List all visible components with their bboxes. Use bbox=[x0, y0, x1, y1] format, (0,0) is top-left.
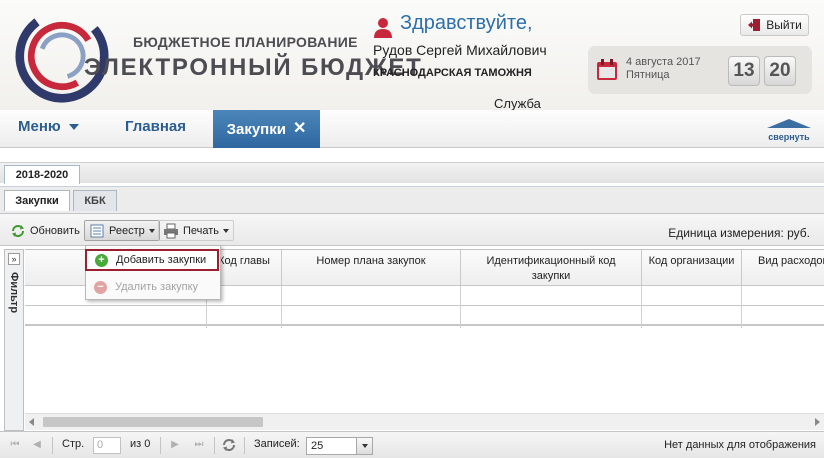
scroll-left-icon[interactable] bbox=[29, 418, 34, 426]
page-count-label: из 0 bbox=[130, 438, 151, 450]
pager-separator bbox=[214, 437, 215, 454]
records-per-page-label: Записей: bbox=[254, 438, 300, 450]
refresh-label: Обновить bbox=[30, 224, 80, 237]
filter-panel[interactable]: » Фильтр bbox=[4, 249, 24, 431]
caret-down-icon bbox=[148, 228, 155, 233]
pager-separator bbox=[244, 437, 245, 454]
menu-item-add-purchases[interactable]: + Добавить закупки bbox=[85, 249, 219, 271]
column-header-organization-code[interactable]: Код организации bbox=[642, 250, 742, 285]
brand-title-bottom: ЭЛЕКТРОННЫЙ БЮДЖЕТ bbox=[84, 54, 423, 81]
date-time-panel: 4 августа 2017 Пятница 13 20 bbox=[588, 46, 812, 94]
arrow-up-icon bbox=[767, 119, 811, 128]
add-circle-icon: + bbox=[95, 253, 108, 267]
clock-hours: 13 bbox=[728, 56, 760, 86]
no-data-message: Нет данных для отображения bbox=[664, 439, 816, 451]
column-header-identification-code[interactable]: Идентификационный код закупки bbox=[461, 250, 642, 285]
clock-minutes: 20 bbox=[764, 56, 796, 86]
nav-menu-label: Меню bbox=[18, 118, 61, 135]
logout-icon bbox=[748, 19, 761, 31]
registry-dropdown-menu: + Добавить закупки − Удалить закупку bbox=[85, 245, 221, 300]
remove-circle-icon: − bbox=[94, 280, 107, 294]
tab-period-2018-2020[interactable]: 2018-2020 bbox=[4, 165, 80, 184]
refresh-icon[interactable] bbox=[221, 437, 237, 453]
caret-down-icon bbox=[223, 228, 230, 233]
column-header-plan-number[interactable]: Номер плана закупок bbox=[282, 250, 461, 285]
table-row[interactable] bbox=[25, 306, 824, 326]
scroll-right-icon[interactable] bbox=[815, 418, 820, 426]
collapse-label: свернуть bbox=[768, 132, 810, 142]
previous-page-icon[interactable]: ◀ bbox=[30, 439, 44, 451]
grid-pager: ⏮ ◀ Стр. 0 из 0 ▶ ⏭ Записей: 25 Нет данн… bbox=[0, 431, 824, 458]
grid-toolbar: Обновить Реестр Печать Единица измерения… bbox=[0, 213, 824, 246]
registry-label: Реестр bbox=[109, 224, 145, 237]
brand-title-top: БЮДЖЕТНОЕ ПЛАНИРОВАНИЕ bbox=[133, 34, 358, 50]
pager-separator bbox=[160, 437, 161, 454]
next-page-icon[interactable]: ▶ bbox=[168, 439, 182, 451]
calendar-icon bbox=[597, 59, 617, 80]
pager-separator bbox=[52, 437, 53, 454]
refresh-button[interactable]: Обновить bbox=[6, 220, 84, 241]
last-page-icon[interactable]: ⏭ bbox=[192, 439, 206, 451]
caret-down-icon bbox=[68, 123, 79, 130]
user-name: Рудов Сергей Михайлович bbox=[373, 42, 547, 58]
refresh-icon bbox=[12, 224, 24, 237]
content-area: 2018-2020 Закупки КБК Обновить Реестр Пе… bbox=[0, 148, 824, 458]
nav-tab-purchases-label: Закупки bbox=[226, 120, 286, 138]
close-icon[interactable]: ✕ bbox=[293, 121, 306, 137]
filter-label: Фильтр bbox=[8, 272, 20, 314]
column-header-expense-type[interactable]: Вид расходов bbox=[742, 250, 824, 285]
menu-item-delete-label: Удалить закупку bbox=[115, 281, 199, 293]
current-date: 4 августа 2017 bbox=[626, 56, 701, 68]
column-divider bbox=[741, 286, 742, 328]
nav-menu-button[interactable]: Меню bbox=[18, 118, 79, 135]
column-divider bbox=[460, 286, 461, 328]
unit-of-measure-label: Единица измерения: руб. bbox=[668, 226, 810, 240]
registry-menu-button[interactable]: Реестр bbox=[84, 220, 160, 241]
scrollbar-thumb[interactable] bbox=[43, 417, 263, 427]
user-icon bbox=[374, 18, 392, 38]
menu-item-delete-purchase[interactable]: − Удалить закупку bbox=[86, 276, 220, 298]
column-divider bbox=[281, 286, 282, 328]
sub-tabbar bbox=[0, 186, 824, 213]
first-page-icon[interactable]: ⏮ bbox=[8, 439, 22, 451]
records-per-page-value: 25 bbox=[311, 440, 324, 452]
select-dropdown-button[interactable] bbox=[356, 438, 372, 454]
nav-tab-purchases[interactable]: Закупки ✕ bbox=[213, 110, 320, 148]
column-divider bbox=[641, 286, 642, 328]
print-label: Печать bbox=[183, 224, 220, 237]
app-header: БЮДЖЕТНОЕ ПЛАНИРОВАНИЕ ЭЛЕКТРОННЫЙ БЮДЖЕ… bbox=[0, 0, 824, 110]
logout-button[interactable]: Выйти bbox=[740, 14, 809, 36]
page-label: Стр. bbox=[62, 438, 85, 450]
records-per-page-select[interactable]: 25 bbox=[306, 437, 373, 455]
organization-name: КРАСНОДАРСКАЯ ТАМОЖНЯ bbox=[373, 67, 532, 79]
service-text: Служба bbox=[494, 96, 541, 110]
tab-purchases[interactable]: Закупки bbox=[4, 190, 70, 211]
collapse-header-button[interactable]: свернуть bbox=[764, 114, 814, 144]
period-tabbar bbox=[0, 162, 824, 183]
print-menu-button[interactable]: Печать bbox=[158, 220, 235, 241]
menu-item-add-label: Добавить закупки bbox=[116, 254, 207, 266]
greeting-text: Здравствуйте, bbox=[400, 12, 533, 34]
tab-kbk[interactable]: КБК bbox=[73, 190, 117, 211]
printer-icon bbox=[164, 223, 178, 238]
current-weekday: Пятница bbox=[626, 69, 670, 81]
logout-label: Выйти bbox=[766, 18, 802, 32]
registry-list-icon bbox=[90, 224, 104, 237]
chevron-down-icon bbox=[361, 444, 368, 448]
page-number-input[interactable]: 0 bbox=[93, 437, 121, 454]
nav-home-link[interactable]: Главная bbox=[125, 118, 186, 135]
main-navbar: Меню Главная bbox=[0, 110, 824, 148]
horizontal-scrollbar[interactable] bbox=[25, 413, 824, 430]
expand-double-arrow-icon[interactable]: » bbox=[8, 253, 20, 265]
